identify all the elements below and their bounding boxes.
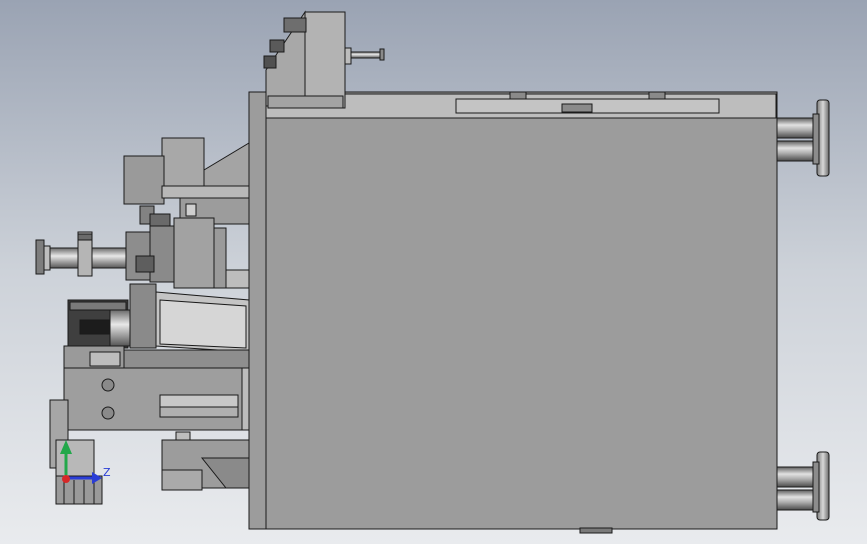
z-axis-label: Z — [103, 466, 111, 479]
x-axis-dot — [62, 475, 70, 483]
control-box — [304, 11, 346, 109]
top-slot-tab — [561, 103, 593, 113]
main-housing — [248, 91, 778, 530]
cad-viewport[interactable]: Z — [0, 0, 867, 544]
bolt-hole-upper — [101, 378, 115, 392]
cad-model-side-view — [35, 10, 830, 534]
bolt-hole-lower — [101, 406, 115, 420]
